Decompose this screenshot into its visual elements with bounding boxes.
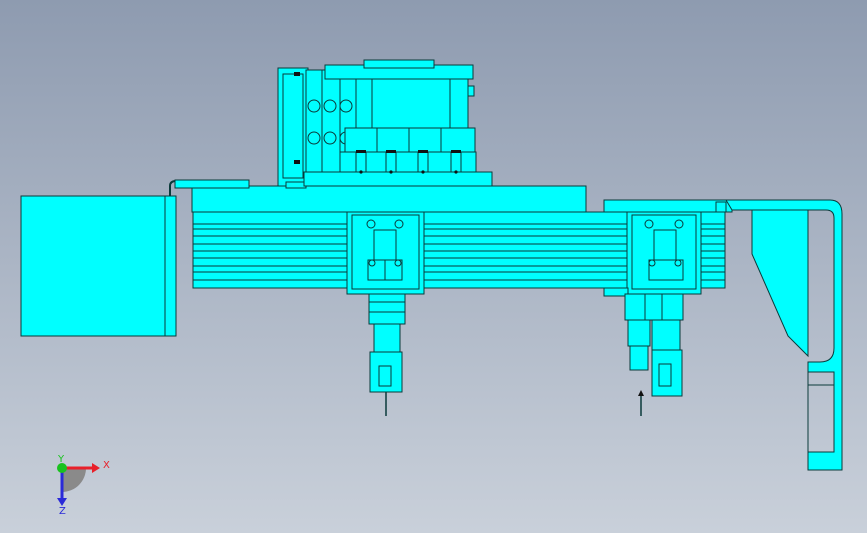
z-axis-arrowhead (57, 498, 67, 506)
coordinate-triad: X Y Z (57, 454, 110, 517)
left-spindle[interactable] (368, 293, 406, 416)
left-carriage[interactable] (346, 211, 425, 295)
right-bracket[interactable] (725, 199, 843, 471)
left-motor-block[interactable] (20, 180, 196, 337)
right-spindle[interactable] (624, 293, 684, 416)
z-axis-label: Z (59, 506, 66, 517)
x-axis-arrowhead (92, 463, 100, 473)
top-motor-assembly[interactable] (277, 59, 493, 189)
x-axis-label: X (103, 460, 110, 471)
model-drawing[interactable]: X Y Z (0, 0, 867, 533)
triad-quadrant-shading (62, 468, 86, 492)
cad-viewport[interactable]: X Y Z (0, 0, 867, 533)
y-axis-label: Y (57, 454, 65, 465)
